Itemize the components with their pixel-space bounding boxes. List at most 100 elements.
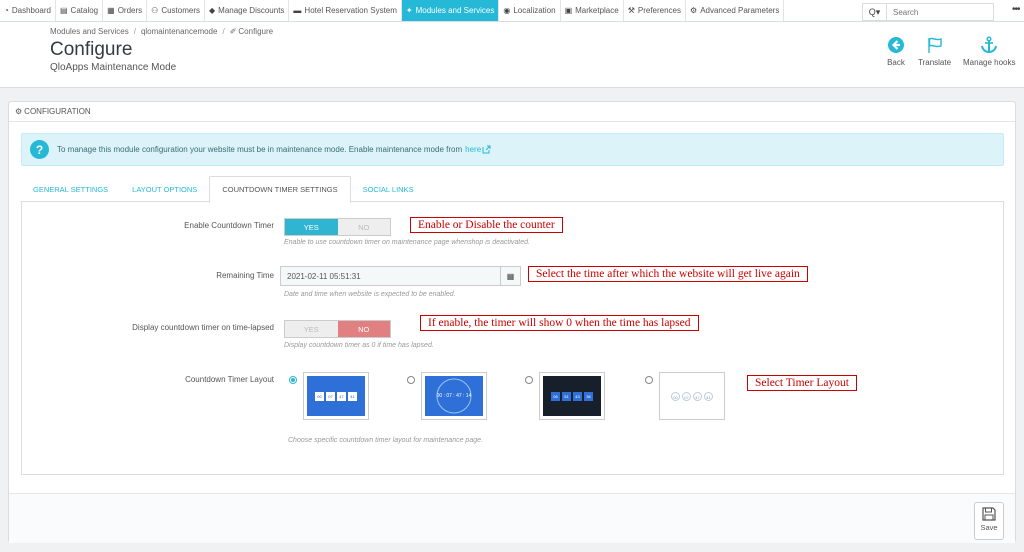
layout-1-radio[interactable] bbox=[289, 376, 297, 384]
display-lapsed-label: Display countdown timer on time-lapsed bbox=[132, 323, 274, 332]
breadcrumb-item: Configure bbox=[238, 27, 274, 36]
breadcrumb-item[interactable]: qlomaintenancemode bbox=[141, 27, 218, 36]
remaining-time-help: Date and time when website is expected t… bbox=[284, 291, 456, 298]
nav-item-label: Customers bbox=[161, 6, 200, 15]
wrench-icon: ⚒ bbox=[627, 6, 635, 15]
nav-item-marketplace[interactable]: ▣ Marketplace bbox=[561, 0, 624, 21]
enable-timer-switch[interactable]: YES NO bbox=[284, 218, 391, 236]
remaining-time-value[interactable]: 2021-02-11 05:51:31 bbox=[281, 272, 500, 281]
back-circle-icon bbox=[888, 37, 904, 53]
question-circle-icon: ? bbox=[30, 140, 49, 159]
nav-item-label: Modules and Services bbox=[415, 6, 495, 15]
nav-item-label: Advanced Parameters bbox=[700, 6, 780, 15]
tab-general-settings[interactable]: GENERAL SETTINGS bbox=[21, 176, 120, 202]
annotation-lapsed: If enable, the timer will show 0 when th… bbox=[420, 315, 699, 331]
enable-timer-yes[interactable]: YES bbox=[285, 219, 338, 235]
panel-footer: Save bbox=[9, 493, 1015, 543]
tag-icon: ◆ bbox=[209, 6, 216, 15]
save-icon bbox=[982, 507, 996, 521]
main-menu: ◔ Dashboard ▤ Catalog ▦ Orders ⚇ Customers ◆ Mana… bbox=[0, 0, 785, 21]
search-icon[interactable]: Q▾ bbox=[862, 3, 886, 21]
enable-timer-no[interactable]: NO bbox=[337, 219, 390, 235]
layout-4-thumbnail[interactable]: 00 07 47 41 bbox=[659, 372, 725, 420]
back-label: Back bbox=[887, 58, 905, 67]
nav-item-label: Hotel Reservation System bbox=[304, 6, 397, 15]
tab-social-links[interactable]: SOCIAL LINKS bbox=[351, 176, 426, 202]
breadcrumb: Modules and Services / qlomaintenancemode /… bbox=[50, 27, 274, 36]
tab-layout-options[interactable]: LAYOUT OPTIONS bbox=[120, 176, 209, 202]
nav-item-label: Localization bbox=[513, 6, 556, 15]
external-link-icon[interactable] bbox=[482, 145, 491, 154]
breadcrumb-item[interactable]: Modules and Services bbox=[50, 27, 129, 36]
timer-layout-help: Choose specific countdown timer layout f… bbox=[288, 437, 483, 444]
top-navigation: ◔ Dashboard ▤ Catalog ▦ Orders ⚇ Customers ◆ Mana… bbox=[0, 0, 1024, 22]
layout-2-radio[interactable] bbox=[407, 376, 415, 384]
layout-4-radio[interactable] bbox=[645, 376, 653, 384]
wrench-icon: ✐ bbox=[229, 27, 237, 36]
layout-1-thumbnail[interactable]: 00 07 47 41 bbox=[303, 372, 369, 420]
enable-timer-label: Enable Countdown Timer bbox=[184, 221, 274, 230]
bed-icon: ▬ bbox=[293, 6, 302, 15]
maintenance-link[interactable]: here bbox=[465, 145, 481, 154]
tab-content: Enable Countdown Timer YES NO Enable to … bbox=[21, 202, 1004, 475]
annotation-remaining: Select the time after which the website … bbox=[528, 266, 808, 282]
page-header: Modules and Services / qlomaintenancemode /… bbox=[0, 22, 1024, 88]
nav-item-catalog[interactable]: ▤ Catalog bbox=[56, 0, 104, 21]
orders-icon: ▦ bbox=[107, 6, 115, 15]
panel-heading: ⚙ CONFIGURATION bbox=[9, 102, 1015, 122]
info-alert: ? To manage this module configuration yo… bbox=[21, 133, 1004, 166]
layout-3-radio[interactable] bbox=[525, 376, 533, 384]
display-lapsed-switch[interactable]: YES NO bbox=[284, 320, 391, 338]
display-lapsed-yes[interactable]: YES bbox=[285, 321, 338, 337]
nav-item-hotel-reservation-system[interactable]: ▬ Hotel Reservation System bbox=[289, 0, 402, 21]
calendar-icon[interactable]: ▦ bbox=[500, 267, 520, 285]
layout-2-thumbnail[interactable]: 00 : 07 : 47 : 14 bbox=[421, 372, 487, 420]
settings-tabs: GENERAL SETTINGS LAYOUT OPTIONS COUNTDOW… bbox=[21, 176, 1004, 203]
nav-item-dashboard[interactable]: ◔ Dashboard bbox=[0, 0, 56, 21]
save-button[interactable]: Save bbox=[974, 502, 1004, 540]
manage-hooks-button[interactable]: Manage hooks bbox=[963, 36, 1015, 67]
back-button[interactable]: Back bbox=[887, 36, 905, 67]
nav-item-preferences[interactable]: ⚒ Preferences bbox=[624, 0, 687, 21]
dashboard-icon: ◔ bbox=[4, 6, 9, 15]
enable-timer-help: Enable to use countdown timer on mainten… bbox=[284, 239, 530, 246]
panel-heading-label: CONFIGURATION bbox=[24, 107, 91, 116]
remaining-time-input[interactable]: 2021-02-11 05:51:31 ▦ bbox=[280, 266, 521, 286]
annotation-enable: Enable or Disable the counter bbox=[410, 217, 563, 233]
customers-icon: ⚇ bbox=[151, 6, 159, 15]
save-label: Save bbox=[980, 523, 998, 532]
nav-item-localization[interactable]: ◉ Localization bbox=[499, 0, 561, 21]
anchor-icon bbox=[981, 36, 998, 54]
translate-button[interactable]: Translate bbox=[918, 36, 951, 67]
cog-icon: ⚙ bbox=[15, 107, 23, 116]
nav-item-label: Preferences bbox=[637, 6, 682, 15]
catalog-icon: ▤ bbox=[59, 6, 68, 15]
puzzle-icon: ✦ bbox=[405, 6, 413, 15]
display-lapsed-help: Display countdown timer as 0 if time has… bbox=[284, 342, 434, 349]
flag-icon bbox=[927, 37, 942, 53]
search-bar: Q▾ bbox=[862, 3, 994, 21]
cogs-icon: ⚙ bbox=[690, 6, 698, 15]
page-subtitle: QloApps Maintenance Mode bbox=[50, 62, 177, 73]
globe-icon: ◉ bbox=[503, 6, 511, 15]
annotation-layout: Select Timer Layout bbox=[747, 375, 857, 391]
info-text: To manage this module configuration your… bbox=[57, 145, 463, 154]
page-title: Configure bbox=[50, 39, 133, 60]
more-icon[interactable]: ••• bbox=[1012, 4, 1020, 15]
nav-item-label: Catalog bbox=[70, 6, 99, 15]
nav-item-modules-and-services[interactable]: ✦ Modules and Services bbox=[401, 0, 500, 21]
nav-item-customers[interactable]: ⚇ Customers bbox=[147, 0, 205, 21]
nav-item-label: Dashboard bbox=[11, 6, 51, 15]
display-lapsed-no[interactable]: NO bbox=[337, 321, 390, 337]
nav-item-label: Marketplace bbox=[575, 6, 619, 15]
nav-item-label: Orders bbox=[117, 6, 143, 15]
nav-item-orders[interactable]: ▦ Orders bbox=[103, 0, 148, 21]
timer-layout-label: Countdown Timer Layout bbox=[185, 375, 274, 384]
tab-countdown-timer-settings[interactable]: COUNTDOWN TIMER SETTINGS bbox=[209, 176, 351, 203]
nav-item-label: Manage Discounts bbox=[218, 6, 285, 15]
nav-item-manage-discounts[interactable]: ◆ Manage Discounts bbox=[205, 0, 290, 21]
search-input[interactable] bbox=[886, 3, 994, 21]
configuration-panel: ⚙ CONFIGURATION ? To manage this module c… bbox=[8, 101, 1016, 543]
nav-item-advanced-parameters[interactable]: ⚙ Advanced Parameters bbox=[686, 0, 785, 21]
layout-3-thumbnail[interactable]: 06 51 43 36 bbox=[539, 372, 605, 420]
